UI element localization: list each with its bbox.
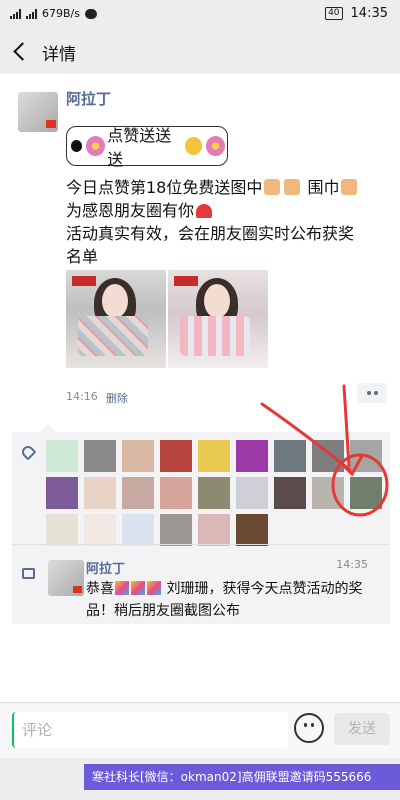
status-right: 40 14:35 <box>325 6 388 21</box>
post-photo-1[interactable] <box>66 270 166 368</box>
point-down-emoji-icon <box>264 179 281 195</box>
comment-input-bar: 评论 发送 <box>0 702 400 758</box>
brand-tag <box>72 276 96 286</box>
liker-avatar[interactable] <box>160 477 192 509</box>
author-name[interactable]: 阿拉丁 <box>66 88 111 109</box>
liker-avatar[interactable] <box>84 514 116 546</box>
liker-avatar[interactable] <box>236 477 268 509</box>
post-line-2: 为感恩朋友圈有你 <box>66 199 386 222</box>
post-text: 今日点赞第18位免费送图中 围巾 为感恩朋友圈有你 活动真实有效，会在朋友圈实时… <box>66 176 386 268</box>
liker-avatar[interactable] <box>160 514 192 546</box>
liker-avatar[interactable] <box>198 477 230 509</box>
point-down-emoji-icon-2 <box>284 179 301 195</box>
laughing-emoji-icon <box>185 137 203 155</box>
heart-icon <box>19 443 37 461</box>
status-left: 679B/s <box>10 7 97 20</box>
commenter-avatar[interactable] <box>48 560 84 596</box>
post-line-1-tail: 围巾 <box>307 178 340 197</box>
post-line-1-text: 今日点赞第18位免费送图中 <box>66 178 263 197</box>
post-line-2-text: 为感恩朋友圈有你 <box>66 201 195 220</box>
comment-input[interactable]: 评论 <box>12 712 288 748</box>
liker-avatar[interactable] <box>122 477 154 509</box>
party-emoji-icon <box>131 581 145 595</box>
party-emoji-icon <box>115 581 129 595</box>
liker-avatar[interactable] <box>312 440 344 472</box>
comment-text[interactable]: 恭喜 刘珊珊，获得今天点赞活动的奖品！稍后朋友圈截图公布 <box>86 578 378 622</box>
post-line-4: 名单 <box>66 247 99 266</box>
liker-avatar[interactable] <box>274 477 306 509</box>
status-bar: 679B/s 40 14:35 <box>0 0 400 28</box>
photo-face-2 <box>204 284 230 318</box>
liker-avatar[interactable] <box>236 514 268 546</box>
post-badge: 点赞送送送 <box>66 126 228 169</box>
liker-avatar[interactable] <box>46 514 78 546</box>
party-emoji-icon <box>147 581 161 595</box>
liker-avatar[interactable] <box>122 514 154 546</box>
post-line-3: 活动真实有效，会在朋友圈实时公布获奖 <box>66 224 355 243</box>
likes-and-comments: 阿拉丁 14:35 恭喜 刘珊珊，获得今天点赞活动的奖品！稍后朋友圈截图公布 <box>12 424 390 624</box>
liker-avatar[interactable] <box>236 440 268 472</box>
liker-avatar[interactable] <box>312 477 344 509</box>
liker-avatar[interactable] <box>122 440 154 472</box>
smile-icon[interactable] <box>294 713 324 743</box>
signal-icon <box>10 8 21 19</box>
comment-icon <box>22 568 35 579</box>
delete-link[interactable]: 删除 <box>106 390 128 406</box>
liker-avatar[interactable] <box>46 477 78 509</box>
more-dots-icon[interactable] <box>357 383 387 403</box>
liker-avatar[interactable] <box>274 440 306 472</box>
liker-avatar[interactable] <box>84 440 116 472</box>
photo-face <box>102 284 128 318</box>
watermark-banner: 寒社科长[微信：okman02]高佣联盟邀请码555666 <box>84 764 400 790</box>
scarf-image <box>78 316 148 356</box>
page-title: 详情 <box>42 45 76 65</box>
nav-header: 详情 <box>0 28 400 74</box>
back-arrow-icon[interactable] <box>12 40 30 62</box>
liker-avatar[interactable] <box>198 440 230 472</box>
signal-icon-2 <box>26 8 37 19</box>
send-button[interactable]: 发送 <box>334 713 390 745</box>
liker-avatar[interactable] <box>84 477 116 509</box>
liker-avatar[interactable] <box>350 477 382 509</box>
commenter-name[interactable]: 阿拉丁 <box>86 558 125 577</box>
liker-avatar[interactable] <box>160 440 192 472</box>
brand-tag-2 <box>174 276 198 286</box>
comment-prefix: 恭喜 <box>86 581 114 597</box>
liker-avatar[interactable] <box>46 440 78 472</box>
notification-icon <box>84 8 97 19</box>
flower-icon-2 <box>206 136 225 156</box>
post-line-1: 今日点赞第18位免费送图中 围巾 <box>66 176 386 199</box>
liker-avatar[interactable] <box>198 514 230 546</box>
moments-detail-page: 679B/s 40 14:35 详情 阿拉丁 点赞送送送 今日点赞第18位免费送… <box>0 0 400 800</box>
badge-text: 点赞送送送 <box>107 126 172 169</box>
clock: 14:35 <box>350 6 388 21</box>
section-divider <box>12 544 390 545</box>
liker-avatar[interactable] <box>350 440 382 472</box>
post-photo-2[interactable] <box>168 270 268 368</box>
author-avatar[interactable] <box>18 92 58 132</box>
red-heart-emoji-icon <box>196 204 213 218</box>
bullet-heart-icon <box>71 140 83 152</box>
scarf-image-2 <box>180 316 250 356</box>
post-time: 14:16 <box>66 390 98 403</box>
victory-emoji-icon <box>341 179 358 195</box>
battery-indicator: 40 <box>325 7 343 20</box>
moment-post: 阿拉丁 点赞送送送 今日点赞第18位免费送图中 围巾 为感恩朋友圈有你 活动真实… <box>0 74 400 702</box>
comment-time: 14:35 <box>336 558 368 571</box>
network-speed: 679B/s <box>42 7 80 20</box>
flower-icon <box>86 136 106 156</box>
